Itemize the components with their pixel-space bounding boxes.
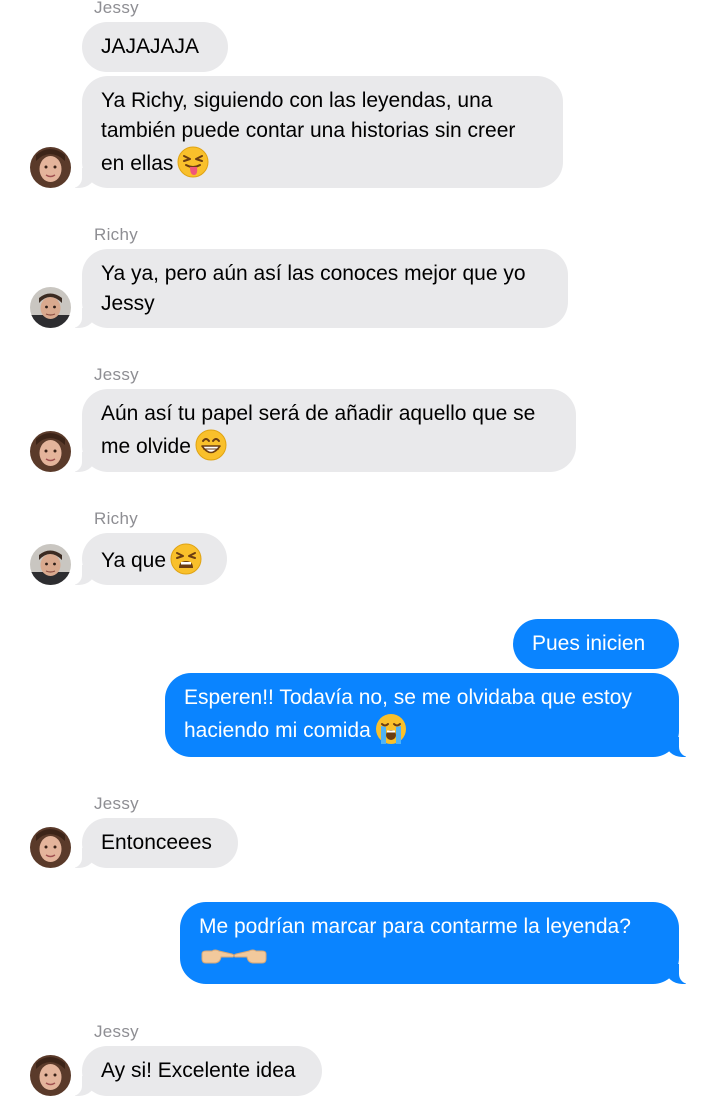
avatar-jessy[interactable] [30,431,71,472]
avatar-richy[interactable] [30,287,71,328]
beaming-face-emoji [195,429,227,461]
message-bubble-outgoing[interactable]: Esperen!! Todavía no, se me olvidaba que… [165,673,705,757]
message-text: JAJAJAJA [101,35,200,58]
message-bubble-incoming[interactable]: Ay si! Excelente idea [56,1046,322,1096]
sender-label-richy: Richy [94,509,139,528]
avatar-jessy[interactable] [30,1055,71,1096]
pointing-fingers-emoji [199,943,269,971]
sender-label-jessy: Jessy [94,1022,139,1041]
avatar-jessy[interactable] [30,147,71,188]
loudly-crying-face-emoji [375,713,407,745]
message-text: Ay si! Excelente idea [101,1059,296,1082]
message-bubble-outgoing[interactable]: Pues inicien [513,619,679,669]
message-bubble-incoming[interactable]: Ya Richy, siguiendo con las leyendas, un… [56,76,563,188]
message-bubble-incoming[interactable]: Aún así tu papel será de añadir aquello … [56,389,576,472]
message-bubble-incoming[interactable]: Ya que [56,533,227,585]
avatar-richy[interactable] [30,544,71,585]
message-text: Entonceees [101,831,212,854]
tired-face-emoji [170,543,202,575]
sender-label-richy: Richy [94,225,139,244]
message-text: Aún así tu papel será de añadir aquello … [101,402,536,458]
message-text: Ya ya, pero aún así las conoces mejor qu… [101,262,526,315]
message-text: Me podrían marcar para contarme la leyen… [199,915,631,938]
message-text: Pues inicien [532,632,646,655]
squinting-face-with-tongue-emoji [177,146,209,178]
avatar-jessy[interactable] [30,827,71,868]
message-bubble-incoming[interactable]: Ya ya, pero aún así las conoces mejor qu… [56,249,568,328]
sender-label-jessy: Jessy [94,0,139,17]
sender-label-jessy: Jessy [94,365,139,384]
message-bubble-outgoing[interactable]: Me podrían marcar para contarme la leyen… [180,902,705,984]
sender-label-jessy: Jessy [94,794,139,813]
message-text: Ya que [101,549,166,572]
message-text: Esperen!! Todavía no, se me olvidaba que… [184,686,632,742]
message-bubble-incoming[interactable]: JAJAJAJA [82,22,228,72]
message-bubble-incoming[interactable]: Entonceees [56,818,238,868]
message-text: Ya Richy, siguiendo con las leyendas, un… [101,89,516,175]
